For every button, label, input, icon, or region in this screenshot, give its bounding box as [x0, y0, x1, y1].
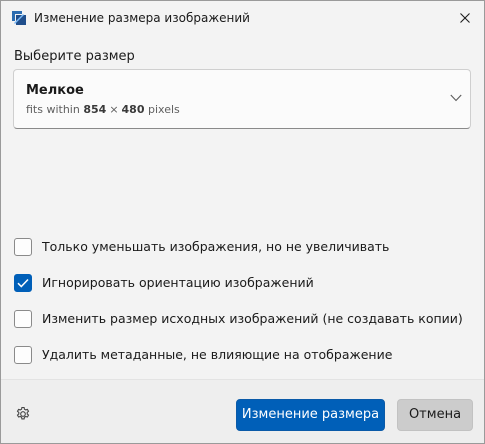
image-resizer-icon [12, 11, 26, 25]
size-height: 480 [121, 103, 145, 116]
close-icon [459, 13, 470, 23]
option-label: Только уменьшать изображения, но не увел… [42, 239, 390, 254]
checkbox[interactable] [14, 310, 32, 328]
size-width: 854 [83, 103, 107, 116]
selected-size-name: Мелкое [26, 83, 84, 98]
image-resizer-dialog: Изменение размера изображений Выберите р… [0, 0, 485, 444]
close-button[interactable] [445, 1, 484, 35]
option-remove-metadata[interactable]: Удалить метаданные, не влияющие на отобр… [14, 345, 392, 365]
resize-button[interactable]: Изменение размера [236, 399, 385, 431]
gear-icon[interactable] [15, 406, 31, 422]
option-ignore-orientation[interactable]: Игнорировать ориентацию изображений [14, 273, 314, 293]
selected-size-description: fits within 854 × 480 pixels [26, 103, 180, 117]
option-shrink-only[interactable]: Только уменьшать изображения, но не увел… [14, 237, 389, 257]
checkbox[interactable] [14, 274, 32, 292]
dialog-footer: Изменение размера Отмена [1, 379, 484, 443]
option-replace-originals[interactable]: Изменить размер исходных изображений (не… [14, 309, 463, 329]
cancel-button[interactable]: Отмена [397, 399, 473, 431]
title-bar: Изменение размера изображений [1, 1, 484, 37]
size-unit: pixels [148, 103, 180, 116]
chevron-down-icon [450, 94, 462, 102]
window-title: Изменение размера изображений [34, 11, 250, 25]
checkmark-icon [17, 278, 29, 288]
option-label: Удалить метаданные, не влияющие на отобр… [42, 347, 393, 362]
checkbox[interactable] [14, 346, 32, 364]
size-dropdown[interactable]: Мелкое fits within 854 × 480 pixels [13, 69, 471, 129]
option-label: Игнорировать ориентацию изображений [42, 275, 314, 290]
size-picker-label: Выберите размер [14, 49, 135, 64]
size-desc-prefix: fits within [26, 103, 80, 116]
checkbox[interactable] [14, 238, 32, 256]
option-label: Изменить размер исходных изображений (не… [42, 311, 463, 326]
size-times: × [109, 103, 119, 116]
